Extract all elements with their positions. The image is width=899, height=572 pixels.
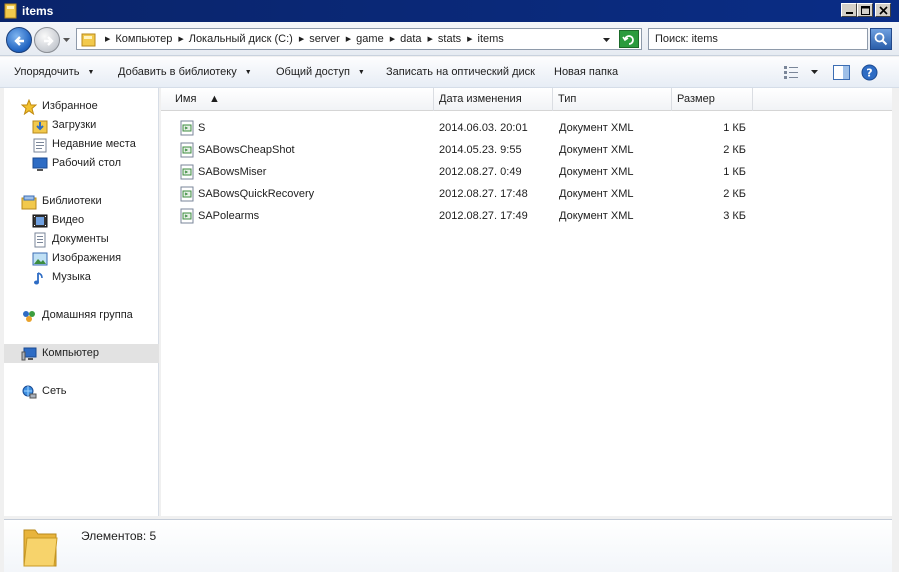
- maximize-button[interactable]: [857, 3, 873, 17]
- column-header: Имя ▲ Дата изменения Тип Размер: [161, 88, 892, 111]
- address-bar[interactable]: ▶ Компьютер ▶ Локальный диск (C:) ▶ server ▶ ga…: [76, 28, 642, 50]
- column-size[interactable]: Размер: [672, 88, 753, 111]
- xml-file-icon: [180, 186, 194, 202]
- maximize-icon: [861, 6, 870, 15]
- item-count: Элементов: 5: [81, 529, 157, 543]
- xml-file-icon: [180, 120, 194, 136]
- nav-favorites[interactable]: Избранное: [4, 97, 159, 116]
- burn-button[interactable]: Записать на оптический диск: [386, 66, 535, 78]
- nav-music[interactable]: Музыка: [4, 268, 159, 287]
- column-name[interactable]: Имя ▲: [170, 88, 434, 111]
- breadcrumb-item[interactable]: items: [478, 33, 504, 45]
- nav-documents[interactable]: Документы: [4, 230, 159, 249]
- column-type[interactable]: Тип: [553, 88, 672, 111]
- chevron-down-icon: ▼: [244, 69, 252, 76]
- breadcrumb: ▶ Компьютер ▶ Локальный диск (C:) ▶ server ▶ ga…: [105, 33, 504, 45]
- xml-file-icon: [180, 164, 194, 180]
- search-field[interactable]: [648, 28, 868, 50]
- file-list: Имя ▲ Дата изменения Тип Размер S 2014.0…: [161, 88, 892, 516]
- view-options-icon[interactable]: [783, 65, 799, 79]
- window-title: items: [22, 4, 54, 18]
- xml-file-icon: [180, 142, 194, 158]
- search-input[interactable]: [655, 30, 865, 48]
- chevron-down-icon[interactable]: [810, 69, 819, 75]
- preview-pane-icon[interactable]: [833, 65, 850, 80]
- downloads-folder-icon: [32, 120, 48, 134]
- refresh-icon: [622, 35, 634, 45]
- folder-icon: [81, 33, 96, 47]
- images-icon: [32, 252, 48, 266]
- sort-ascending-icon: ▲: [209, 93, 220, 105]
- homegroup-icon: [23, 311, 35, 322]
- help-icon[interactable]: ?: [861, 64, 878, 81]
- breadcrumb-item[interactable]: Локальный диск (C:): [189, 33, 293, 45]
- share-button[interactable]: Общий доступ ▼: [276, 66, 365, 78]
- breadcrumb-item[interactable]: Компьютер: [115, 33, 172, 45]
- chevron-down-icon: ▼: [87, 69, 95, 76]
- nav-network[interactable]: Сеть: [4, 382, 159, 401]
- command-bar: Упорядочить ▼ Добавить в библиотеку ▼ Общи…: [0, 57, 899, 88]
- breadcrumb-item[interactable]: data: [400, 33, 421, 45]
- file-row[interactable]: SABowsQuickRecovery 2012.08.27. 17:48 До…: [161, 183, 892, 205]
- computer-icon: [21, 347, 37, 361]
- organize-button[interactable]: Упорядочить ▼: [14, 66, 94, 78]
- file-row[interactable]: SABowsMiser 2012.08.27. 0:49 Документ XM…: [161, 161, 892, 183]
- xml-file-icon: [180, 208, 194, 224]
- breadcrumb-item[interactable]: game: [356, 33, 384, 45]
- arrow-left-icon: [14, 36, 24, 46]
- search-icon: [874, 32, 888, 46]
- column-date[interactable]: Дата изменения: [434, 88, 553, 111]
- title-bar[interactable]: items: [0, 0, 899, 22]
- refresh-button[interactable]: [619, 30, 639, 48]
- file-row[interactable]: SAPolearms 2012.08.27. 17:49 Документ XM…: [161, 205, 892, 227]
- close-button[interactable]: [875, 3, 891, 17]
- network-icon: [22, 385, 37, 399]
- back-button[interactable]: [6, 27, 32, 53]
- nav-images[interactable]: Изображения: [4, 249, 159, 268]
- nav-recent-places[interactable]: Недавние места: [4, 135, 159, 154]
- chevron-down-icon: ▼: [357, 69, 365, 76]
- address-row: ▶ Компьютер ▶ Локальный диск (C:) ▶ server ▶ ga…: [0, 22, 899, 56]
- file-row[interactable]: SABowsCheapShot 2014.05.23. 9:55 Докумен…: [161, 139, 892, 161]
- nav-desktop[interactable]: Рабочий стол: [4, 154, 159, 173]
- minimize-button[interactable]: [841, 3, 857, 17]
- nav-libraries[interactable]: Библиотеки: [4, 192, 159, 211]
- search-button[interactable]: [870, 28, 892, 50]
- video-icon: [32, 214, 48, 228]
- nav-homegroup[interactable]: Домашняя группа: [4, 306, 159, 325]
- address-dropdown[interactable]: [602, 37, 611, 43]
- recent-places-icon: [33, 138, 47, 153]
- minimize-icon: [846, 12, 853, 14]
- details-pane: Элементов: 5: [4, 519, 892, 572]
- folder-icon: [23, 529, 58, 567]
- nav-downloads[interactable]: Загрузки: [4, 116, 159, 135]
- nav-computer[interactable]: Компьютер: [4, 344, 159, 363]
- svg-text:?: ?: [866, 67, 872, 80]
- breadcrumb-item[interactable]: stats: [438, 33, 461, 45]
- navigation-pane: Избранное Загрузки Недавние места Рабочи…: [4, 88, 159, 516]
- new-folder-button[interactable]: Новая папка: [554, 66, 618, 78]
- add-to-library-button[interactable]: Добавить в библиотеку ▼: [118, 66, 252, 78]
- arrow-right-icon: [44, 36, 54, 46]
- forward-button[interactable]: [34, 27, 60, 53]
- close-icon: [879, 6, 888, 15]
- documents-icon: [34, 232, 46, 248]
- recent-pages-dropdown[interactable]: [62, 37, 71, 43]
- folder-icon: [4, 3, 17, 19]
- music-icon: [34, 272, 43, 285]
- desktop-icon: [32, 157, 48, 171]
- star-icon: [21, 99, 37, 115]
- libraries-icon: [21, 195, 37, 210]
- breadcrumb-item[interactable]: server: [309, 33, 340, 45]
- nav-video[interactable]: Видео: [4, 211, 159, 230]
- window-border: [892, 88, 899, 572]
- file-row[interactable]: S 2014.06.03. 20:01 Документ XML 1 КБ: [161, 117, 892, 139]
